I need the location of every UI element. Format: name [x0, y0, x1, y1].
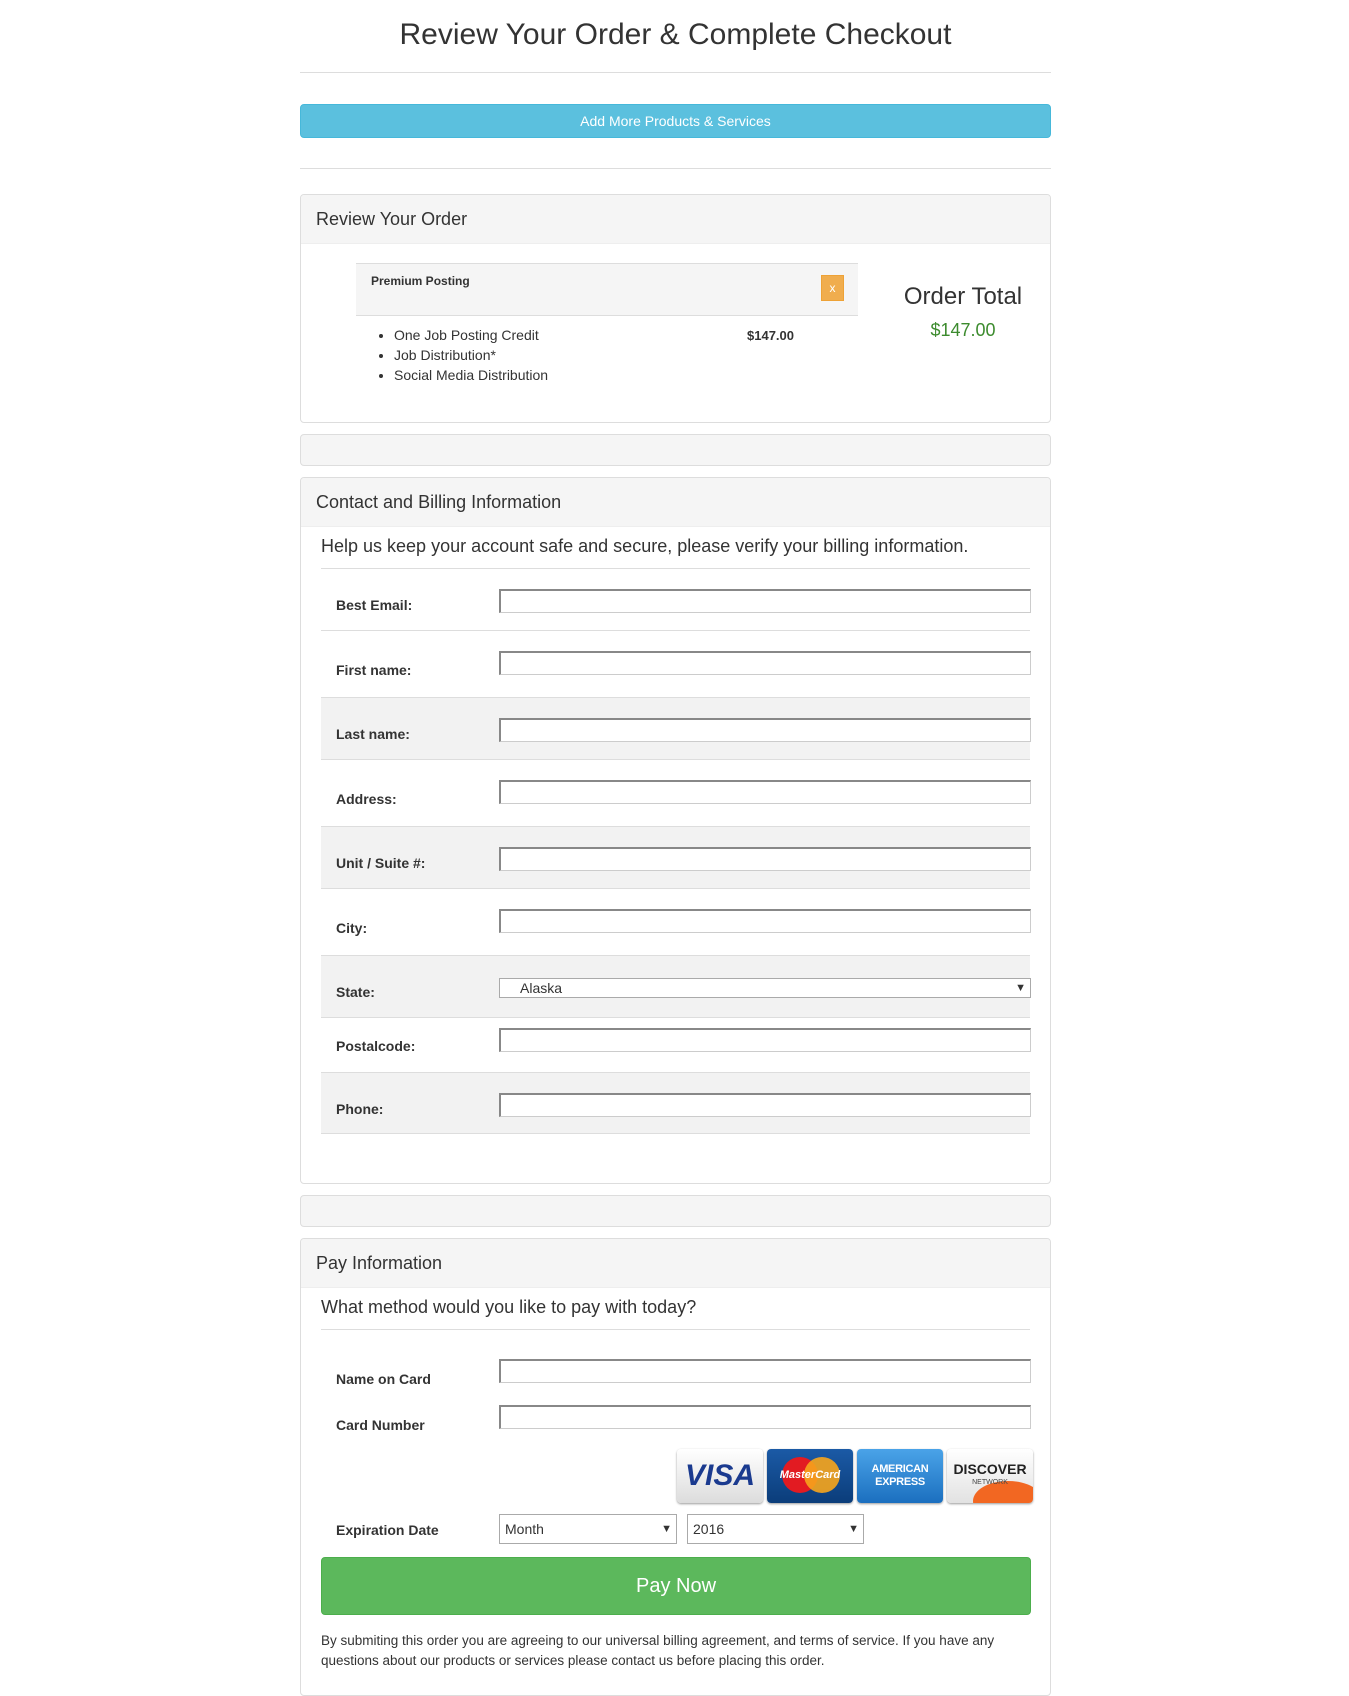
email-label: Best Email:: [336, 597, 413, 613]
address-field[interactable]: [499, 780, 1031, 804]
visa-card-icon: VISA: [677, 1449, 763, 1503]
order-total-value: $147.00: [930, 320, 996, 340]
phone-field[interactable]: [499, 1093, 1031, 1117]
year-selected-value: 2016: [693, 1521, 725, 1537]
divider: [300, 168, 1051, 169]
card-number-field[interactable]: [499, 1405, 1031, 1429]
feature-item: One Job Posting Credit: [394, 325, 548, 345]
form-row-unit: Unit / Suite #:: [321, 826, 1031, 888]
first-name-field[interactable]: [499, 651, 1031, 675]
amex-line-1: AMERICAN: [871, 1463, 929, 1475]
page-title: Review Your Order & Complete Checkout: [300, 0, 1051, 73]
dropdown-arrow-icon: ▼: [1015, 982, 1026, 994]
unit-label: Unit / Suite #:: [336, 855, 426, 871]
form-row-city: City:: [321, 888, 1031, 950]
last-name-field[interactable]: [499, 718, 1031, 742]
order-total-label: Order Total: [903, 283, 1023, 310]
divider: [321, 1329, 1030, 1330]
name-on-card-label: Name on Card: [336, 1371, 431, 1387]
checkout-container: Review Your Order & Complete Checkout Ad…: [300, 0, 1051, 1696]
expiration-date-label: Expiration Date: [336, 1522, 439, 1538]
amex-card-icon: AMERICAN EXPRESS: [857, 1449, 943, 1503]
name-on-card-field[interactable]: [499, 1359, 1031, 1383]
form-row-first-name: First name:: [321, 630, 1031, 692]
item-features-list: One Job Posting Credit Job Distribution*…: [376, 325, 548, 385]
month-selected-value: Month: [505, 1521, 544, 1537]
state-select[interactable]: Alaska ▼: [499, 978, 1031, 998]
postalcode-label: Postalcode:: [336, 1038, 416, 1054]
form-row-email: Best Email:: [321, 568, 1031, 630]
expiration-month-select[interactable]: Month ▼: [499, 1514, 677, 1544]
dropdown-arrow-icon: ▼: [848, 1523, 859, 1535]
billing-intro: Help us keep your account safe and secur…: [321, 536, 969, 556]
spacer-panel: [300, 434, 1051, 466]
remove-item-button[interactable]: x: [821, 275, 844, 301]
feature-item: Social Media Distribution: [394, 365, 548, 385]
last-name-label: Last name:: [336, 726, 410, 742]
feature-item: Job Distribution*: [394, 345, 548, 365]
add-more-products-button[interactable]: Add More Products & Services: [300, 104, 1051, 138]
state-label: State:: [336, 984, 375, 1000]
billing-agreement-text: By submiting this order you are agreeing…: [321, 1633, 995, 1668]
phone-label: Phone:: [336, 1101, 384, 1117]
amex-logo-text: AMERICAN EXPRESS: [857, 1463, 943, 1489]
billing-panel: Contact and Billing Information Help us …: [300, 477, 1051, 1184]
card-number-label: Card Number: [336, 1417, 425, 1433]
first-name-label: First name:: [336, 662, 412, 678]
form-row-postalcode: Postalcode:: [321, 1017, 1031, 1079]
form-row-address: Address:: [321, 759, 1031, 821]
form-row-phone: Phone:: [321, 1072, 1031, 1134]
review-order-panel: Review Your Order Premium Posting x One …: [300, 194, 1051, 423]
city-field[interactable]: [499, 909, 1031, 933]
billing-heading: Contact and Billing Information: [301, 478, 1050, 527]
dropdown-arrow-icon: ▼: [661, 1523, 672, 1535]
address-label: Address:: [336, 791, 397, 807]
state-selected-value: Alaska: [520, 980, 563, 996]
order-item-name: Premium Posting: [371, 274, 470, 288]
spacer-panel: [300, 1195, 1051, 1227]
amex-line-2: EXPRESS: [875, 1476, 925, 1488]
mastercard-icon: MasterCard: [767, 1449, 853, 1503]
city-label: City:: [336, 920, 368, 936]
payment-intro: What method would you like to pay with t…: [321, 1297, 697, 1317]
expiration-year-select[interactable]: 2016 ▼: [687, 1514, 864, 1544]
discover-card-icon: DISCOVER NETWORK: [947, 1449, 1033, 1503]
payment-heading: Pay Information: [301, 1239, 1050, 1288]
order-item: Premium Posting x: [356, 263, 858, 316]
payment-panel: Pay Information What method would you li…: [300, 1238, 1051, 1696]
review-order-heading: Review Your Order: [301, 195, 1050, 244]
visa-logo-text: VISA: [684, 1459, 756, 1492]
discover-sub-text: NETWORK: [972, 1479, 1008, 1486]
pay-now-button[interactable]: Pay Now: [321, 1557, 1031, 1615]
email-field[interactable]: [499, 589, 1031, 613]
unit-field[interactable]: [499, 847, 1031, 871]
form-row-state: State: Alaska ▼: [321, 955, 1031, 1017]
form-row-last-name: Last name:: [321, 697, 1031, 759]
mastercard-logo-text: MasterCard: [779, 1469, 841, 1481]
item-price: $147.00: [747, 328, 794, 343]
postalcode-field[interactable]: [499, 1028, 1031, 1052]
discover-logo-text: DISCOVER: [953, 1461, 1027, 1477]
